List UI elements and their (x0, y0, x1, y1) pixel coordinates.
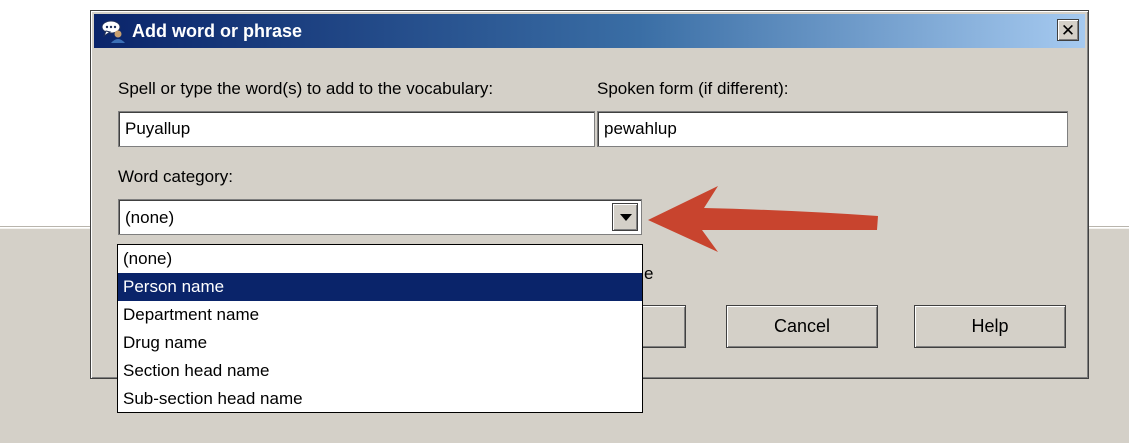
spoken-form-label: Spoken form (if different): (597, 79, 789, 98)
category-selected-value: (none) (125, 208, 175, 227)
help-button[interactable]: Help (914, 305, 1066, 348)
dialog-title: Add word or phrase (132, 21, 303, 41)
speech-user-icon (101, 20, 125, 43)
cancel-button[interactable]: Cancel (726, 305, 878, 348)
dropdown-option-selected[interactable]: Person name (118, 273, 642, 301)
spell-label: Spell or type the word(s) to add to the … (118, 79, 494, 98)
red-arrow-icon (648, 186, 878, 252)
spoken-form-input[interactable]: pewahlup (597, 111, 1068, 147)
chevron-down-icon[interactable] (612, 203, 638, 231)
word-category-select[interactable]: (none) (118, 199, 642, 235)
dropdown-option[interactable]: Department name (118, 301, 642, 329)
dropdown-option[interactable]: (none) (118, 245, 642, 273)
word-category-label: Word category: (118, 167, 233, 186)
word-input[interactable]: Puyallup (118, 111, 595, 147)
close-button[interactable]: ✕ (1057, 19, 1079, 41)
title-bar[interactable]: Add word or phrase ✕ (94, 14, 1085, 48)
hidden-option-text: e (644, 264, 654, 283)
dropdown-option[interactable]: Drug name (118, 329, 642, 357)
category-dropdown-list[interactable]: (none) Person name Department name Drug … (117, 244, 643, 413)
dropdown-option[interactable]: Sub-section head name (118, 385, 642, 413)
close-icon: ✕ (1060, 21, 1076, 40)
dropdown-option[interactable]: Section head name (118, 357, 642, 385)
